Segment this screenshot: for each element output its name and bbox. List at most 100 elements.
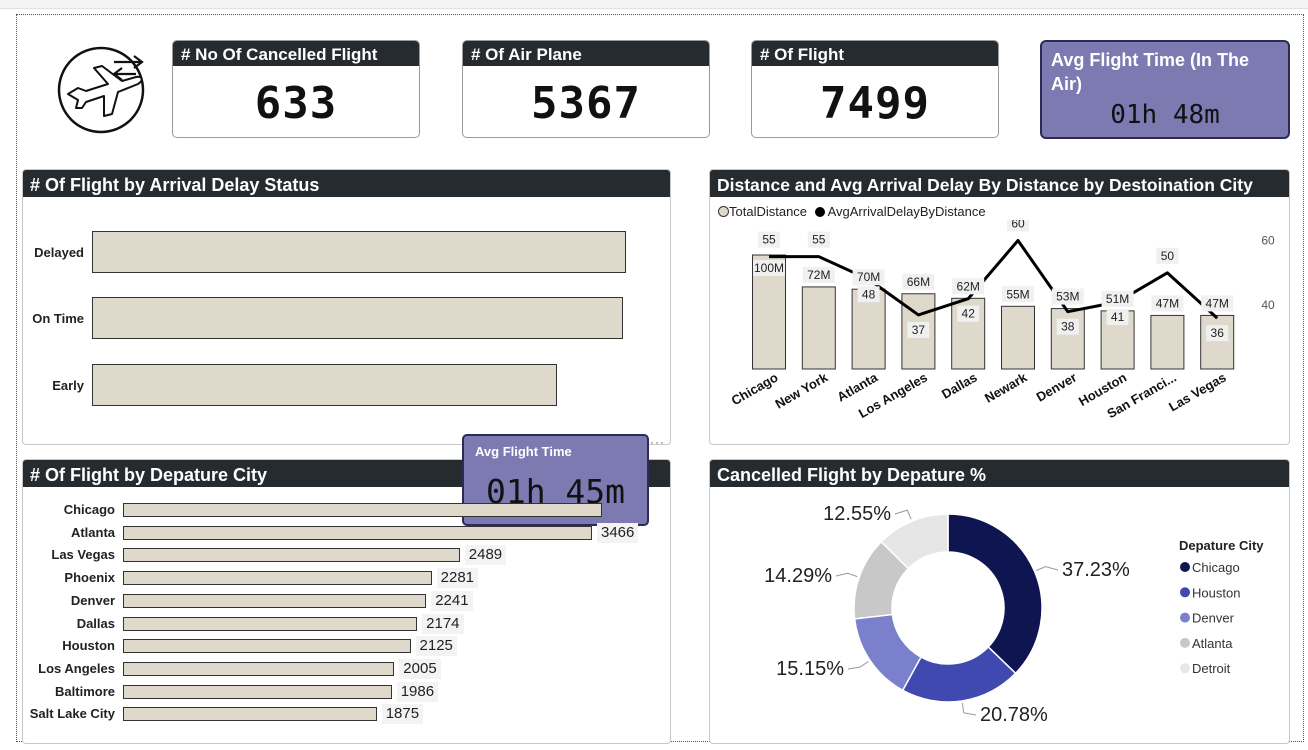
- bar: [123, 548, 460, 563]
- legend-label: Chicago: [1192, 560, 1240, 575]
- data-label: 42: [962, 307, 976, 321]
- data-label: 47M: [1206, 296, 1229, 310]
- kpi-value: 7499: [820, 78, 930, 129]
- axis-tick-label: 40: [1261, 298, 1275, 312]
- data-label: 2241: [431, 590, 473, 611]
- kpi-title: # Of Flight: [752, 41, 998, 66]
- chart-distance-delay-combo: 100M 72M 70M 66M 62M 55M 53M 51M 47M 47M 55 55 48 37 4…: [729, 220, 1275, 421]
- data-label: 55: [812, 233, 826, 247]
- kpi-card-flights[interactable]: # Of Flight 7499: [751, 40, 999, 138]
- bar: [123, 639, 411, 654]
- leader-line: [1036, 566, 1059, 571]
- data-label: 37.23%: [1062, 559, 1130, 581]
- bar: [123, 571, 432, 586]
- axis-category-label: New York: [773, 369, 831, 411]
- legend-label: AvgArrivalDelayByDistance: [827, 204, 986, 219]
- leader-line: [847, 661, 869, 670]
- bar: [123, 525, 592, 540]
- airplane-circle-icon: [57, 46, 145, 134]
- kpi-title: # No Of Cancelled Flight: [173, 41, 419, 66]
- data-label: 41: [1111, 310, 1125, 324]
- data-label: 51M: [1106, 292, 1129, 306]
- legend-label: Denver: [1192, 611, 1235, 626]
- data-label: 2174: [422, 613, 464, 634]
- bar-label: Dallas: [76, 615, 115, 631]
- bar: [123, 684, 392, 699]
- bar-label: Chicago: [63, 502, 115, 517]
- bar: [123, 593, 427, 608]
- data-label: 2005: [399, 658, 441, 679]
- chart-legend: TotalDistance AvgArrivalDelayByDistance: [718, 204, 986, 219]
- axis-category-label: Denver: [1034, 370, 1080, 405]
- bar: [92, 297, 623, 339]
- kpi-card-avg-flight-time[interactable]: Avg Flight Time (In The Air) 01h 48m: [1040, 40, 1290, 139]
- bar: [123, 616, 418, 631]
- chart-cancelled-donut: 37.23% 20.78% 15.15% 14.29% 12.55% Depature C…: [764, 503, 1264, 726]
- panel-title: Distance and Avg Arrival Delay By Distan…: [710, 170, 1289, 197]
- data-label: 53M: [1056, 290, 1079, 304]
- legend-marker: [1180, 562, 1190, 572]
- axis-category-label: Las Vegas: [1166, 370, 1229, 415]
- leader-line: [835, 572, 858, 578]
- bar-label: Houston: [62, 638, 115, 654]
- data-label: 62M: [957, 279, 980, 293]
- bar: [1050, 308, 1085, 370]
- data-label: 60: [1011, 220, 1025, 230]
- legend-marker: [1180, 612, 1190, 623]
- data-label: 1875: [381, 704, 424, 725]
- axis-tick-label: 60: [1261, 233, 1275, 247]
- bar: [123, 503, 602, 517]
- top-toolbar-strip: [0, 0, 1308, 9]
- data-label: 14.29%: [764, 565, 832, 587]
- data-label: 36: [1211, 326, 1225, 340]
- legend-label: Houston: [1192, 585, 1240, 600]
- data-label: 47M: [1156, 296, 1179, 310]
- bar: [801, 286, 836, 370]
- kpi-value: 01h 48m: [1110, 100, 1220, 130]
- data-label: 72M: [807, 268, 830, 282]
- kpi-title: # Of Air Plane: [463, 41, 709, 66]
- data-label: 20.78%: [980, 704, 1048, 726]
- data-label: 100M: [754, 261, 784, 275]
- data-label: 50: [1161, 249, 1175, 263]
- bar-label: Phoenix: [64, 570, 115, 586]
- bar-label: Las Vegas: [51, 547, 115, 563]
- kpi-title: Avg Flight Time (In The Air): [1051, 50, 1249, 94]
- kpi-card-airplanes[interactable]: # Of Air Plane 5367: [462, 40, 710, 138]
- bar: [92, 231, 626, 273]
- legend-label: Atlanta: [1192, 636, 1233, 651]
- bar-label: Los Angeles: [38, 660, 115, 676]
- kpi-card-cancelled-flights[interactable]: # No Of Cancelled Flight 633: [172, 40, 420, 138]
- bar: [123, 707, 377, 722]
- data-label: 55: [762, 233, 776, 247]
- pie-slice: [947, 513, 1043, 675]
- legend-marker: [1180, 587, 1190, 598]
- bar-label: Delayed: [34, 245, 84, 260]
- leader-line: [894, 509, 912, 520]
- data-label: 66M: [907, 275, 930, 289]
- data-label: 1986: [396, 681, 439, 702]
- bar-label: Salt Lake City: [29, 706, 115, 722]
- legend-marker-totaldistance: [718, 206, 729, 217]
- data-label: 2489: [464, 545, 507, 566]
- bar-label: Denver: [70, 592, 115, 608]
- tooltip-title: Avg Flight Time: [475, 444, 572, 459]
- bar-label: On Time: [32, 311, 84, 326]
- axis-category-label: Chicago: [729, 370, 781, 409]
- data-label: 15.15%: [776, 658, 844, 680]
- data-label: 48: [862, 287, 876, 301]
- legend-title: Depature City: [1179, 538, 1264, 553]
- data-label: 2125: [415, 636, 457, 657]
- legend-label: Detroit: [1192, 661, 1231, 676]
- bar: [1200, 314, 1235, 370]
- more-options-icon[interactable]: ···: [650, 435, 665, 449]
- legend-label: TotalDistance: [729, 204, 808, 219]
- bar-label: Atlanta: [70, 524, 115, 540]
- data-label: 12.55%: [823, 503, 891, 525]
- series-line: [769, 238, 1219, 320]
- legend-marker: [1180, 663, 1190, 674]
- data-label: 3466: [596, 522, 639, 543]
- panel-title: Cancelled Flight by Depature %: [710, 460, 1289, 487]
- data-label: 38: [1061, 320, 1075, 334]
- kpi-value: 5367: [531, 78, 641, 129]
